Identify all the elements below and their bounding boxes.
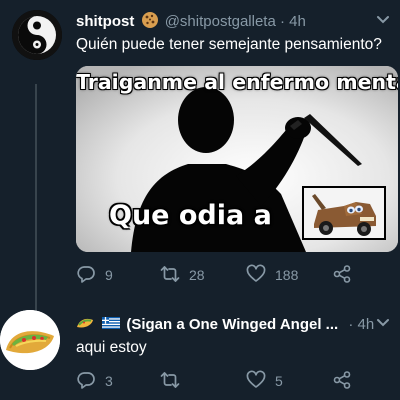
avatar[interactable] (0, 310, 60, 370)
tweet-header: (Sigan a One Winged Angel ... · 4h (76, 314, 396, 336)
reply-icon (76, 264, 96, 287)
chevron-down-icon[interactable] (376, 314, 390, 332)
share-icon (332, 264, 352, 287)
thread-line (35, 84, 37, 312)
chevron-down-icon[interactable] (376, 11, 390, 29)
like-button[interactable]: 188 (246, 264, 298, 286)
tweet-media[interactable]: Traiganme al enfermo mental Que odia a (76, 66, 398, 252)
like-icon (246, 264, 266, 287)
like-icon (246, 370, 266, 393)
tweet-text: Quién puede tener semejante pensamiento? (76, 36, 382, 53)
greece-flag-icon (102, 314, 121, 332)
reply-button[interactable]: 3 (76, 370, 113, 392)
tow-truck-image (302, 186, 386, 240)
reply-icon (76, 370, 96, 393)
avatar[interactable] (12, 10, 62, 60)
tweet-actions: 9 28 188 (76, 264, 396, 286)
retweet-icon (160, 370, 180, 393)
tweet-text: aqui estoy (76, 339, 147, 356)
timestamp[interactable]: 4h (358, 316, 375, 333)
yin-yang-avatar-image (12, 10, 62, 60)
like-count: 188 (275, 267, 299, 283)
cookie-icon (141, 11, 159, 29)
retweet-count: 28 (189, 267, 205, 283)
like-count: 5 (275, 373, 283, 389)
reply-count: 9 (105, 267, 113, 283)
taco-icon (76, 314, 94, 332)
display-name[interactable]: shitpost (76, 13, 134, 30)
reply-button[interactable]: 9 (76, 264, 113, 286)
share-button[interactable] (332, 370, 352, 392)
retweet-icon (160, 264, 180, 287)
tweet-actions: 3 5 (76, 370, 396, 392)
separator-dot: · (348, 316, 354, 333)
taco-avatar-image (0, 310, 60, 370)
display-name[interactable]: (Sigan a One Winged Angel ... (126, 316, 338, 333)
share-button[interactable] (332, 264, 352, 286)
meme-top-text: Traiganme al enfermo mental (76, 70, 398, 94)
like-button[interactable]: 5 (246, 370, 283, 392)
reply-count: 3 (105, 373, 113, 389)
separator-dot: · (279, 13, 285, 30)
tweet-header: shitpost @shitpostgalleta · 4h (76, 11, 396, 33)
share-icon (332, 370, 352, 393)
retweet-button[interactable]: 28 (160, 264, 205, 286)
user-handle[interactable]: @shitpostgalleta (165, 13, 276, 30)
meme-bottom-text: Que odia a (109, 200, 272, 231)
timestamp[interactable]: 4h (289, 13, 306, 30)
retweet-button[interactable] (160, 370, 189, 392)
